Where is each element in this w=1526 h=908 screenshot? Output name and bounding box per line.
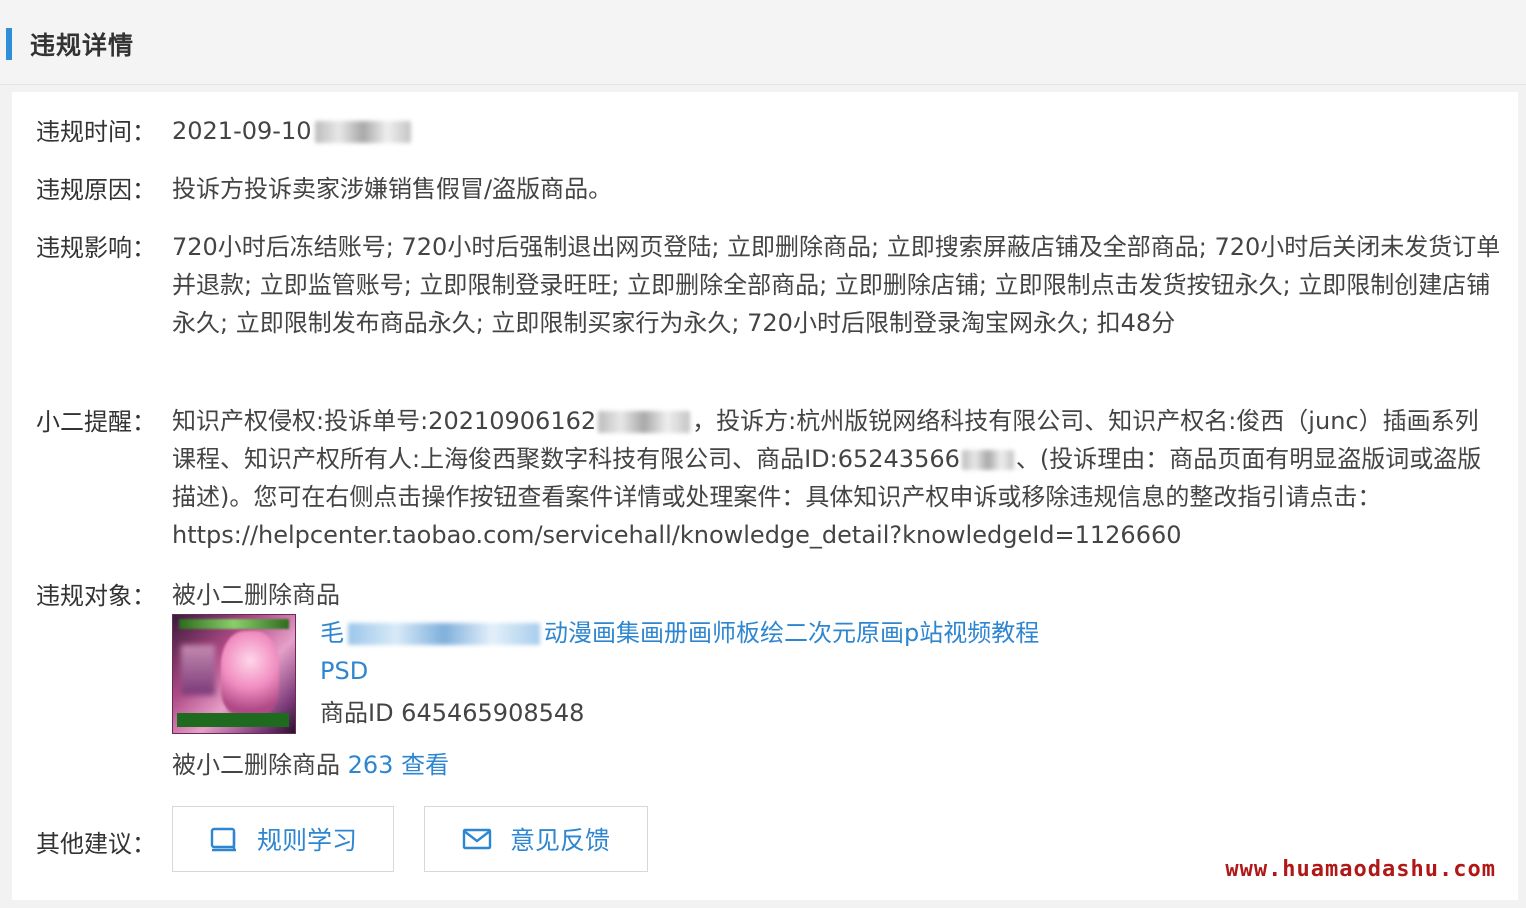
view-link[interactable]: 查看 <box>401 751 449 779</box>
violation-detail-panel: 违规时间： 2021-09-10 违规原因： 投诉方投诉卖家涉嫌销售假冒/盗版商… <box>12 92 1518 900</box>
violation-reason-row: 违规原因： 投诉方投诉卖家涉嫌销售假冒/盗版商品。 <box>36 170 1506 210</box>
violation-object-value: 被小二删除商品 <box>172 581 340 609</box>
panel-header: 违规详情 <box>0 0 1526 85</box>
header-accent-bar <box>6 28 12 60</box>
violation-object-label: 违规对象： <box>36 582 156 610</box>
rules-learning-button[interactable]: 规则学习 <box>172 806 394 872</box>
feedback-button[interactable]: 意见反馈 <box>424 806 648 872</box>
violation-reason-label: 违规原因： <box>36 176 156 204</box>
site-watermark: www.huamaodashu.com <box>1225 857 1496 882</box>
product-title-text: 动漫画集画册画师板绘二次元原画p站视频教程 <box>544 619 1040 647</box>
deleted-count[interactable]: 263 <box>348 751 394 779</box>
violation-reason-value: 投诉方投诉卖家涉嫌销售假冒/盗版商品。 <box>172 175 613 203</box>
product-title-prefix: 毛 <box>320 619 344 647</box>
rules-learning-label: 规则学习 <box>256 826 357 855</box>
product-id: 商品ID 645465908548 <box>320 699 585 727</box>
feedback-label: 意见反馈 <box>509 826 610 855</box>
reminder-label: 小二提醒： <box>36 408 156 436</box>
violation-time-row: 违规时间： 2021-09-10 <box>36 112 1506 152</box>
redacted-time <box>315 121 412 143</box>
violation-impact-row: 违规影响： 720小时后冻结账号; 720小时后强制退出网页登陆; 立即删除商品… <box>36 228 1506 388</box>
suggestions-label: 其他建议： <box>36 830 156 858</box>
violation-object-row: 违规对象： 被小二删除商品 <box>36 576 1506 616</box>
redacted-complaint-number <box>598 411 691 433</box>
product-title-link[interactable]: 毛 动漫画集画册画师板绘二次元原画p站视频教程 <box>320 614 1039 652</box>
redacted-title <box>348 623 540 645</box>
deleted-products-label: 被小二删除商品 <box>172 751 340 779</box>
product-title-line2[interactable]: PSD <box>320 652 368 690</box>
book-icon <box>209 826 239 852</box>
reminder-value: 知识产权侵权:投诉单号:20210906162 ，投诉方:杭州版锐网络科技有限公司… <box>172 402 1502 554</box>
violation-impact-value: 720小时后冻结账号; 720小时后强制退出网页登陆; 立即删除商品; 立即搜索… <box>172 233 1501 337</box>
reminder-row: 小二提醒： 知识产权侵权:投诉单号:20210906162 ，投诉方:杭州版锐网络… <box>36 402 1506 562</box>
reminder-text-1: 知识产权侵权:投诉单号:20210906162 <box>172 407 597 435</box>
violation-impact-label: 违规影响： <box>36 234 156 262</box>
knowledge-link[interactable]: https://helpcenter.taobao.com/servicehal… <box>172 521 1182 549</box>
product-block: 毛 动漫画集画册画师板绘二次元原画p站视频教程 PSD 商品ID 64546590… <box>36 614 1506 794</box>
mail-icon <box>462 827 492 851</box>
violation-time-text: 2021-09-10 <box>172 117 312 145</box>
violation-time-label: 违规时间： <box>36 118 156 146</box>
page-title: 违规详情 <box>30 31 135 60</box>
deleted-products-line: 被小二删除商品 263 查看 <box>172 746 449 784</box>
product-thumbnail[interactable] <box>172 614 296 734</box>
violation-time-value: 2021-09-10 <box>172 112 1502 150</box>
redacted-product-id <box>961 450 1014 470</box>
